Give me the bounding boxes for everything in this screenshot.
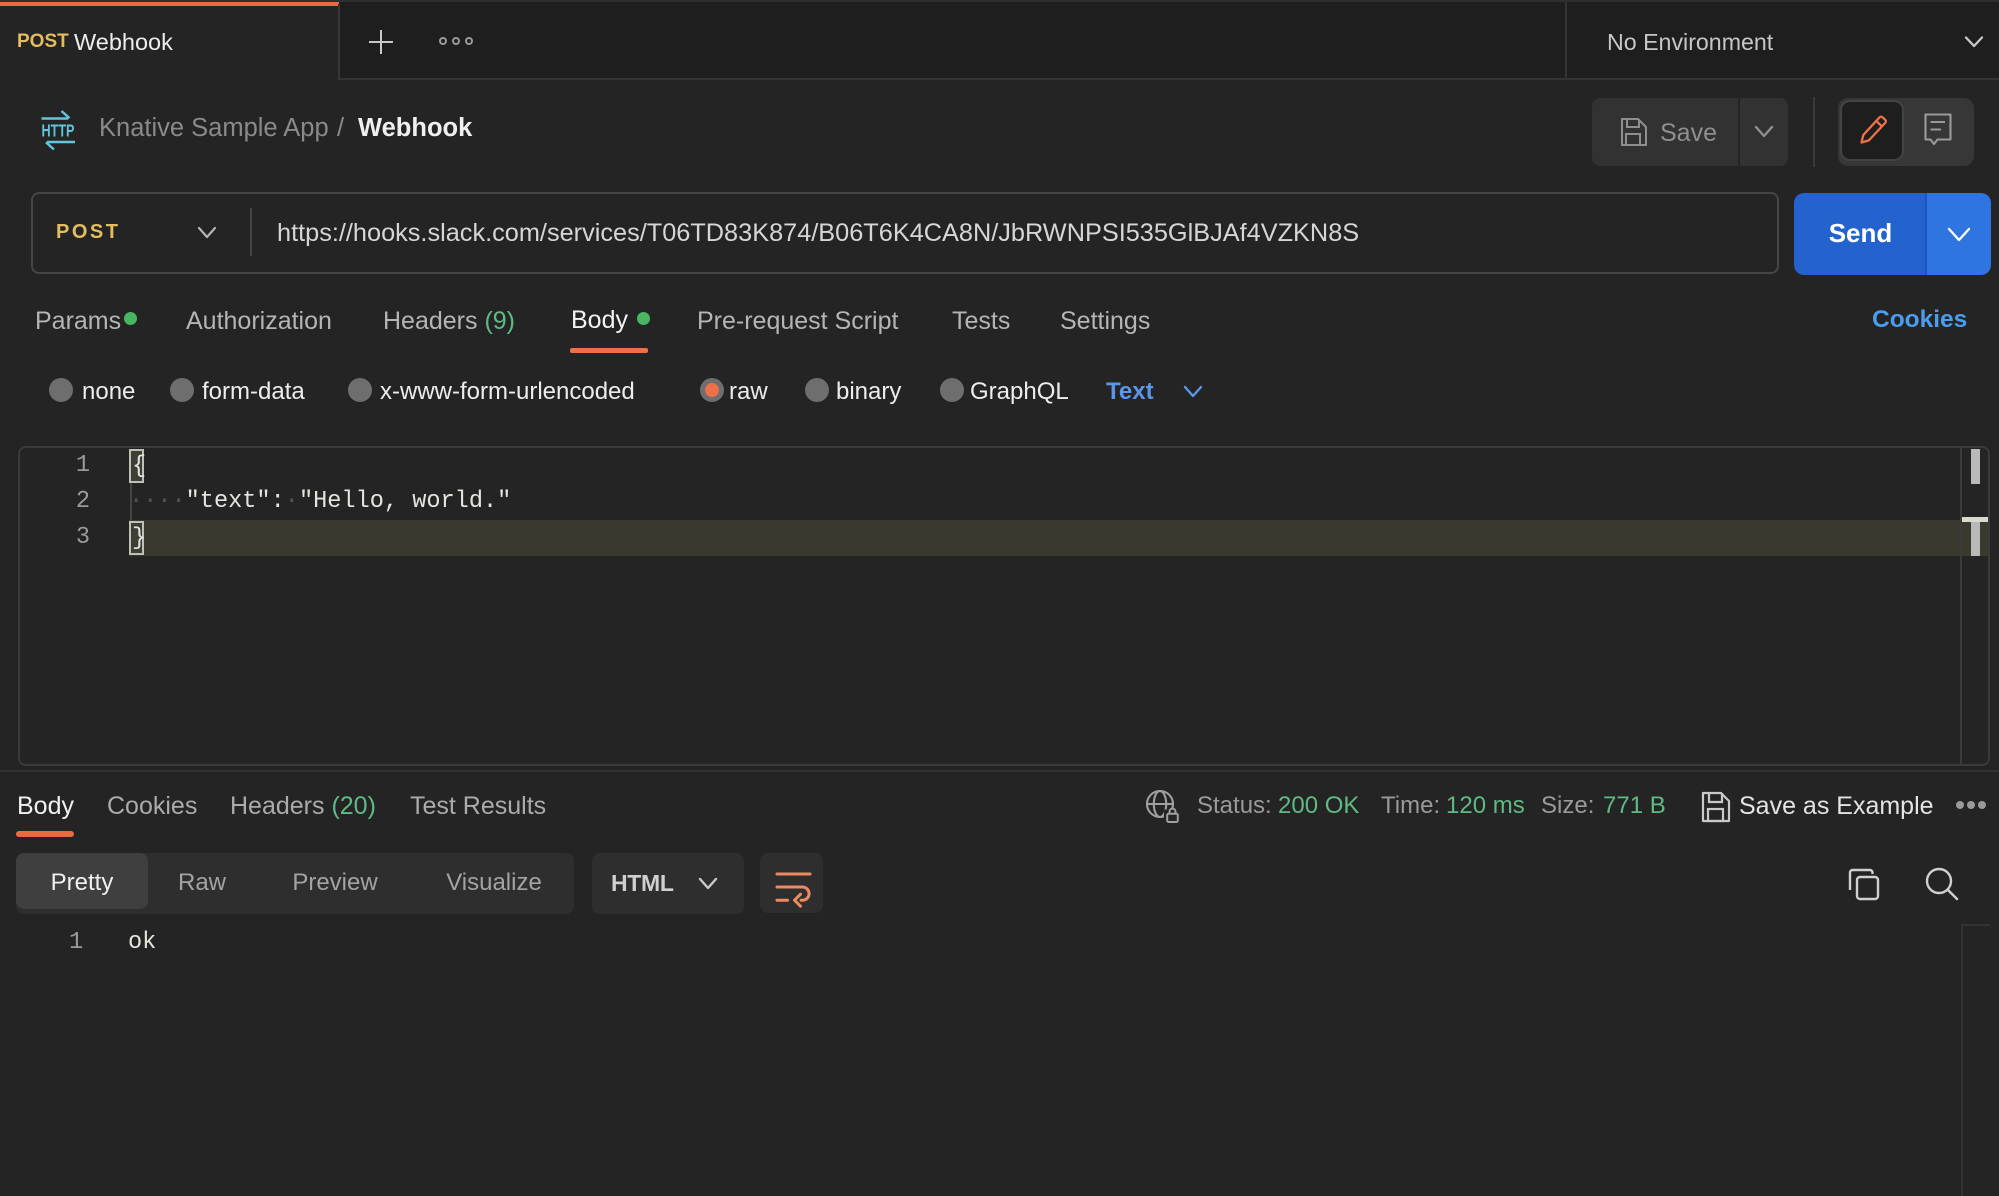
svg-text:HTTP: HTTP: [42, 121, 75, 141]
